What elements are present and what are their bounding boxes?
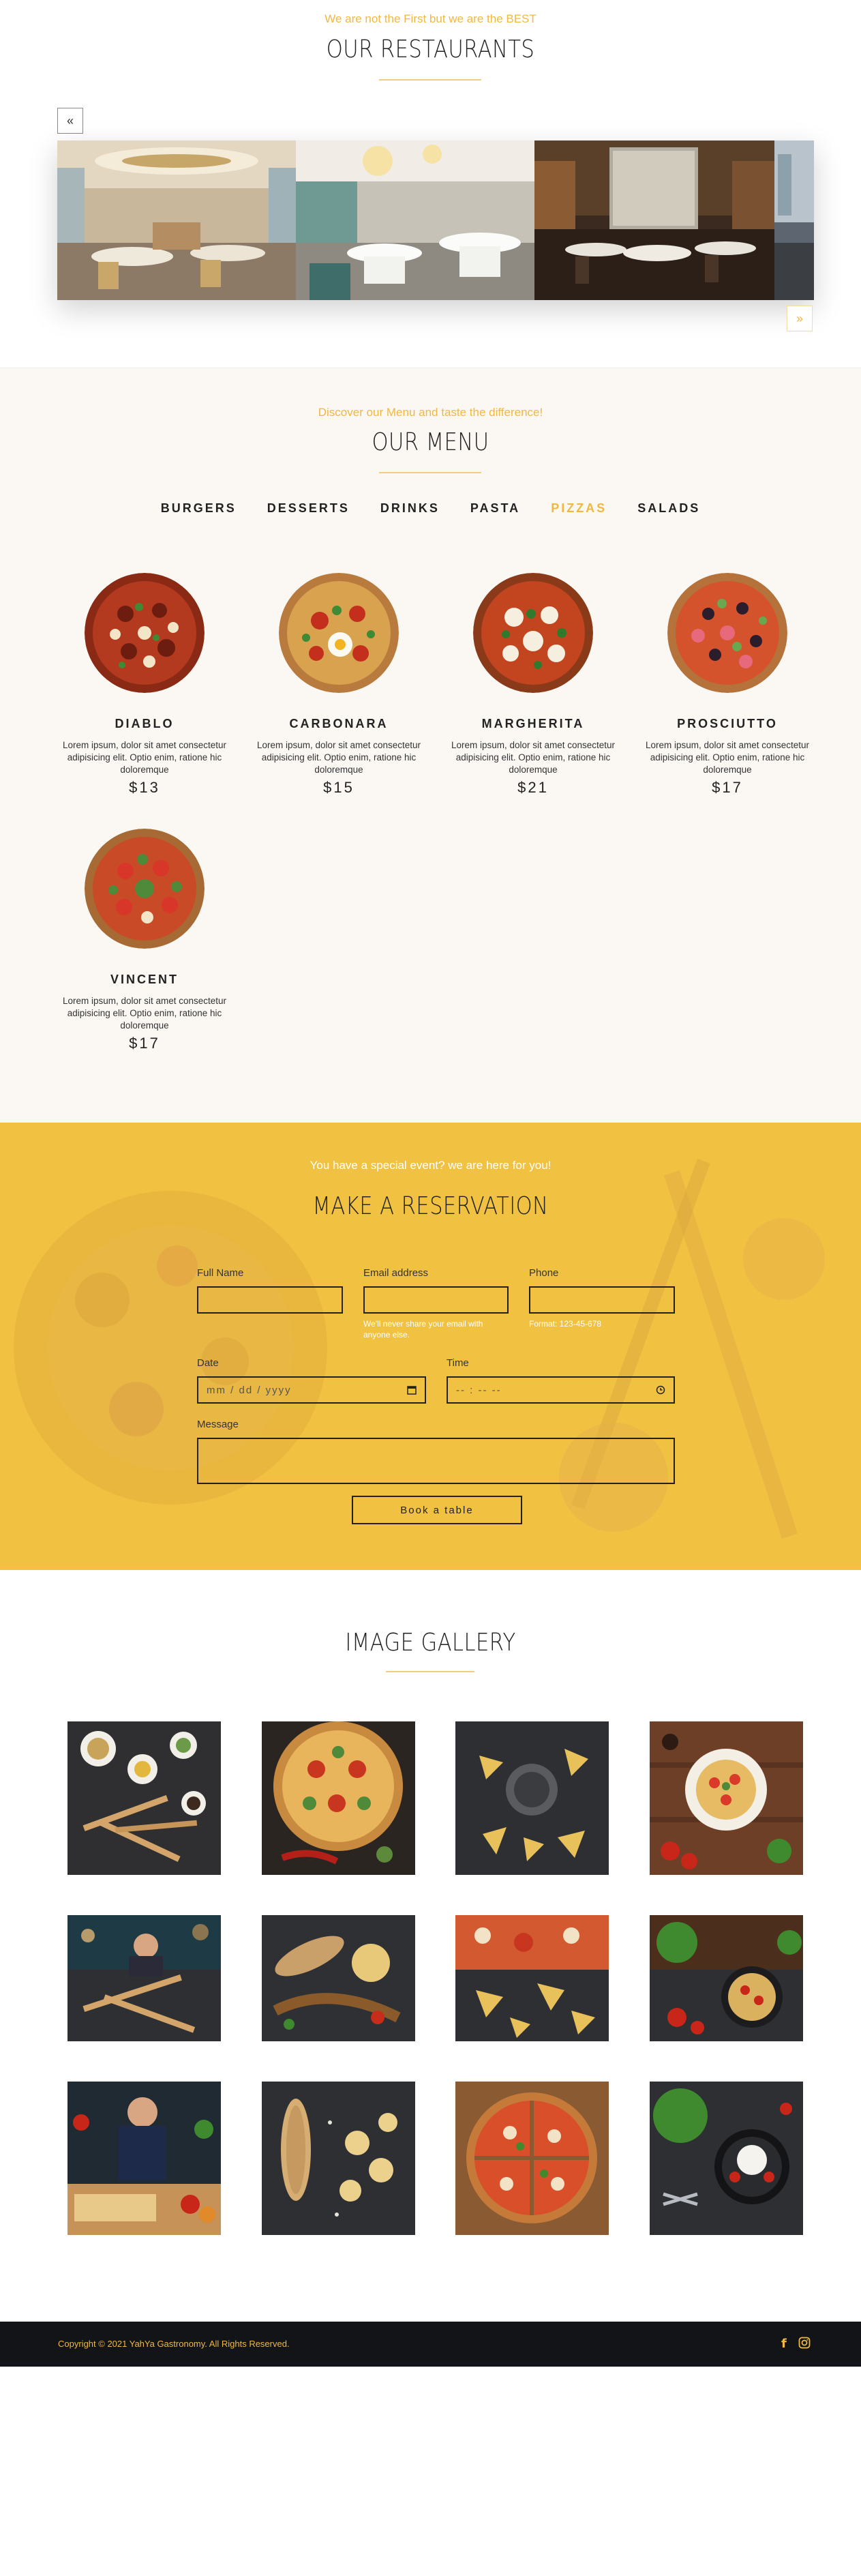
- dish-name: MARGHERITA: [481, 717, 585, 730]
- phone-label: Phone: [529, 1267, 559, 1279]
- dish-description: Lorem ipsum, dolor sit amet consectetur …: [62, 996, 227, 1031]
- date-placeholder: mm / dd / yyyy: [207, 1384, 292, 1396]
- gallery-image[interactable]: [262, 1915, 415, 2041]
- message-label: Message: [197, 1419, 239, 1430]
- gallery-image[interactable]: [650, 1915, 803, 2041]
- instagram-icon[interactable]: [798, 2337, 811, 2352]
- footer: Copyright © 2021 YahYa Gastronomy. All R…: [0, 2322, 861, 2367]
- tab-salads[interactable]: SALADS: [637, 501, 700, 516]
- restaurant-photo-4: [774, 140, 814, 300]
- carousel-next-button[interactable]: »: [787, 306, 813, 331]
- pizza-image: [279, 573, 399, 693]
- menu-tabs: BURGERS DESSERTS DRINKS PASTA PIZZAS SAL…: [0, 501, 861, 516]
- gallery-image[interactable]: [67, 2082, 221, 2235]
- reservation-tagline: You have a special event? we are here fo…: [309, 1159, 552, 1172]
- tab-pasta[interactable]: PASTA: [470, 501, 520, 516]
- menu-item: PROSCIUTTO Lorem ipsum, dolor sit amet c…: [631, 573, 824, 797]
- tab-drinks[interactable]: DRINKS: [380, 501, 440, 516]
- gallery-image[interactable]: [455, 2082, 609, 2235]
- carousel-prev-button[interactable]: «: [57, 108, 83, 134]
- restaurants-tagline: We are not the First but we are the BEST: [324, 12, 537, 25]
- tab-pizzas[interactable]: PIZZAS: [551, 501, 607, 516]
- dish-price: $17: [712, 779, 743, 796]
- reservation-title: MAKE A RESERVATION: [312, 1192, 549, 1220]
- pizza-image: [667, 573, 787, 693]
- menu-title: OUR MENU: [372, 428, 489, 456]
- pizza-image: [85, 829, 205, 949]
- pizza-image: [85, 573, 205, 693]
- dish-name: VINCENT: [110, 973, 179, 986]
- restaurant-carousel[interactable]: [57, 140, 814, 300]
- email-hint: We'll never share your email with anyone…: [363, 1319, 483, 1339]
- full-name-label: Full Name: [197, 1267, 244, 1279]
- restaurant-photo-2: [296, 140, 534, 300]
- dish-description: Lorem ipsum, dolor sit amet consectetur …: [645, 740, 810, 775]
- gallery-image[interactable]: [67, 1915, 221, 2041]
- gallery-title: IMAGE GALLERY: [345, 1629, 516, 1657]
- menu-item: DIABLO Lorem ipsum, dolor sit amet conse…: [48, 573, 241, 797]
- copyright-text: Copyright © 2021 YahYa Gastronomy. All R…: [58, 2339, 290, 2349]
- title-underline: [379, 472, 481, 473]
- dish-description: Lorem ipsum, dolor sit amet consectetur …: [62, 740, 227, 775]
- dish-name: CARBONARA: [289, 717, 389, 730]
- time-label: Time: [447, 1357, 469, 1369]
- book-table-button[interactable]: Book a table: [352, 1496, 522, 1524]
- phone-hint: Format: 123-45-678: [529, 1319, 602, 1329]
- menu-item: MARGHERITA Lorem ipsum, dolor sit amet c…: [436, 573, 630, 797]
- phone-input[interactable]: [529, 1286, 675, 1314]
- restaurants-section: We are not the First but we are the BEST…: [0, 0, 861, 368]
- gallery-image[interactable]: [455, 1721, 609, 1875]
- gallery-image[interactable]: [262, 1721, 415, 1875]
- dish-description: Lorem ipsum, dolor sit amet consectetur …: [451, 740, 616, 775]
- title-underline: [386, 1671, 474, 1672]
- dish-price: $15: [323, 779, 354, 796]
- tab-desserts[interactable]: DESSERTS: [267, 501, 350, 516]
- gallery-image[interactable]: [67, 1721, 221, 1875]
- email-input[interactable]: [363, 1286, 509, 1314]
- dish-description: Lorem ipsum, dolor sit amet consectetur …: [256, 740, 421, 775]
- menu-item: CARBONARA Lorem ipsum, dolor sit amet co…: [242, 573, 436, 797]
- full-name-input[interactable]: [197, 1286, 343, 1314]
- title-underline: [379, 79, 481, 80]
- reservation-section: You have a special event? we are here fo…: [0, 1123, 861, 1570]
- dish-price: $13: [129, 779, 160, 796]
- dish-name: PROSCIUTTO: [677, 717, 778, 730]
- dish-price: $17: [129, 1035, 160, 1052]
- dish-name: DIABLO: [115, 717, 175, 730]
- time-placeholder: -- : -- --: [456, 1384, 502, 1396]
- date-input[interactable]: mm / dd / yyyy: [197, 1376, 426, 1404]
- restaurants-title: OUR RESTAURANTS: [326, 35, 535, 63]
- menu-tagline: Discover our Menu and taste the differen…: [318, 406, 543, 419]
- gallery-section: IMAGE GALLERY: [0, 1570, 861, 2322]
- restaurant-photo-3: [534, 140, 774, 300]
- menu-item: VINCENT Lorem ipsum, dolor sit amet cons…: [48, 829, 241, 1052]
- time-input[interactable]: -- : -- --: [447, 1376, 675, 1404]
- gallery-image[interactable]: [455, 1915, 609, 2041]
- restaurant-photo-1: [57, 140, 296, 300]
- email-label: Email address: [363, 1267, 429, 1279]
- date-label: Date: [197, 1357, 219, 1369]
- calendar-icon[interactable]: [407, 1385, 417, 1395]
- dish-price: $21: [517, 779, 549, 796]
- gallery-image[interactable]: [650, 2082, 803, 2235]
- instagram-glyph: [798, 2337, 811, 2349]
- menu-section: Discover our Menu and taste the differen…: [0, 368, 861, 1123]
- gallery-image[interactable]: [650, 1721, 803, 1875]
- message-textarea[interactable]: [197, 1438, 675, 1484]
- clock-icon[interactable]: [656, 1385, 665, 1395]
- gallery-image[interactable]: [262, 2082, 415, 2235]
- tab-burgers[interactable]: BURGERS: [161, 501, 237, 516]
- pizza-image: [473, 573, 593, 693]
- facebook-icon[interactable]: f: [781, 2337, 787, 2351]
